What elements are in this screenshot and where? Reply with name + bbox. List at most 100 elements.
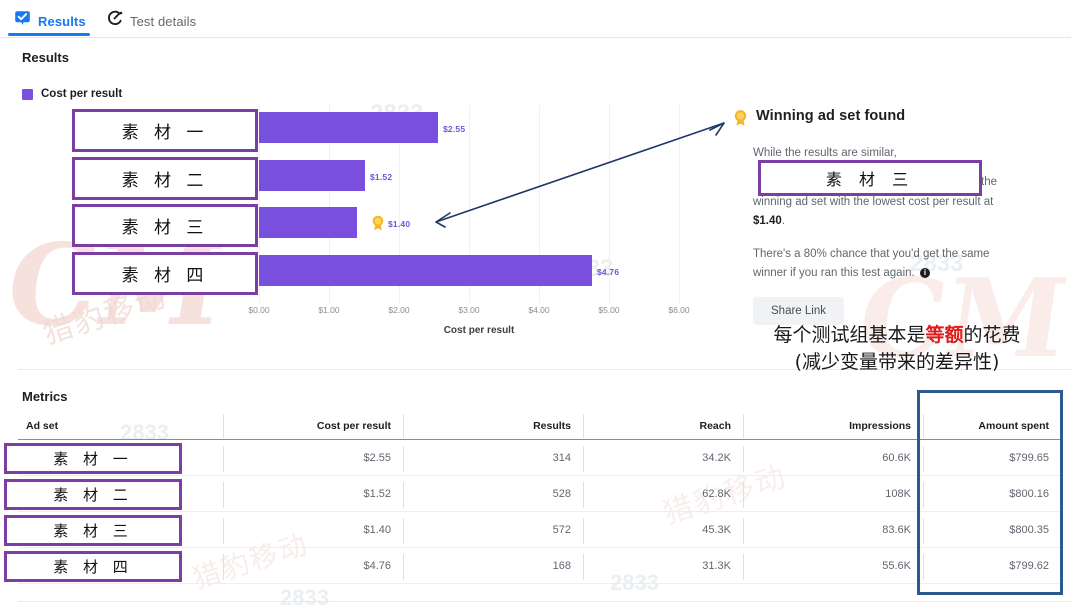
cell-results: 314 [552,452,571,464]
cell-cost-per-result: $1.52 [363,488,391,500]
x-axis-title: Cost per result [443,325,515,336]
bar-adset-1[interactable] [259,112,438,143]
screenshot-root: CM 猎豹移动 CM 猎豹移动 猎豹移动 2833 2833 2833 2833… [0,0,1071,613]
chart-adset-box-3: 素 材 三 [72,204,258,247]
row-separator [583,482,584,508]
tab-bar: Results Test details [0,0,1071,38]
x-tick-3: $3.00 [458,305,480,315]
chart-adset-label-1: 素 材 一 [121,123,209,143]
column-header-amount-spent[interactable]: Amount spent [923,420,1063,432]
legend-label: Cost per result [41,88,123,100]
cell-cost-per-result: $4.76 [363,560,391,572]
chart-adset-box-2: 素 材 二 [72,157,258,200]
x-tick-4: $4.00 [528,305,550,315]
bar-value-2: $1.52 [370,172,393,182]
tab-results-label: Results [38,13,86,29]
table-adset-box-4: 素 材 四 [4,551,182,582]
cell-amount-spent: $799.62 [1009,560,1049,572]
tab-test-details[interactable]: Test details [106,6,196,36]
winner-adset-box: 素 材 三 [758,160,982,196]
cell-results: 168 [552,560,571,572]
header-separator [403,414,404,438]
header-separator [923,414,924,438]
check-badge-icon [14,10,31,32]
table-adset-label-2: 素 材 二 [53,486,133,504]
table-adset-label-1: 素 材 一 [53,450,133,468]
column-header-reach[interactable]: Reach [583,420,743,432]
bar-adset-2[interactable] [259,160,365,191]
bar-adset-3[interactable] [259,207,357,238]
tab-active-indicator [8,33,90,36]
annotation-line-1-b: 的花费 [963,324,1021,346]
row-separator [403,554,404,580]
cell-impressions: 55.6K [882,560,911,572]
row-separator [223,482,224,508]
annotation-line-1: 每个测试组基本是等额的花费 [723,322,1071,349]
tab-results[interactable]: Results [14,6,86,36]
x-tick-5: $5.00 [598,305,620,315]
cell-reach: 34.2K [702,452,731,464]
winner-title: Winning ad set found [756,108,906,124]
tab-test-details-label: Test details [130,13,197,29]
cell-reach: 45.3K [702,524,731,536]
x-tick-1: $1.00 [318,305,340,315]
row-separator [743,518,744,544]
chinese-annotation: 每个测试组基本是等额的花费 (减少变量带来的差异性) [723,322,1071,376]
results-section-title: Results [22,50,69,65]
header-separator [583,414,584,438]
winner-period: . [781,215,785,227]
chart-adset-label-4: 素 材 四 [121,266,209,286]
cell-results: 572 [552,524,571,536]
cell-results: 528 [552,488,571,500]
row-separator [743,482,744,508]
cell-cost-per-result: $2.55 [363,452,391,464]
winner-line-3: There's a 80% chance that you'd get the … [753,248,990,260]
cell-amount-spent: $799.65 [1009,452,1049,464]
cell-impressions: 83.6K [882,524,911,536]
winner-line-4: winner if you ran this test again. [753,267,915,279]
cell-amount-spent: $800.16 [1009,488,1049,500]
row-separator [403,446,404,472]
table-adset-label-4: 素 材 四 [53,558,133,576]
cell-reach: 62.8K [702,488,731,500]
row-separator [403,482,404,508]
column-header-cost-per-result[interactable]: Cost per result [223,420,403,432]
row-separator [923,482,924,508]
info-icon[interactable]: i [919,268,930,278]
legend-swatch-icon [22,88,33,100]
x-tick-0: $0.00 [248,305,270,315]
table-adset-box-3: 素 材 三 [4,515,182,546]
double-headed-arrow-icon [435,122,725,228]
cell-impressions: 60.6K [882,452,911,464]
cell-cost-per-result: $1.40 [363,524,391,536]
column-header-ad-set[interactable]: Ad set [18,420,223,432]
chart-adset-box-1: 素 材 一 [72,109,258,152]
row-separator [923,446,924,472]
column-header-impressions[interactable]: Impressions [743,420,923,432]
annotation-line-1-a: 每个测试组基本是 [773,324,926,346]
row-separator [583,554,584,580]
bar-adset-4[interactable] [259,255,592,286]
row-separator [403,518,404,544]
winning-ad-set-panel: Winning ad set found While the results a… [733,108,1063,325]
row-separator [583,518,584,544]
award-ribbon-icon [371,215,385,231]
chart-adset-label-3: 素 材 三 [121,218,209,238]
annotation-line-2: (减少变量带来的差异性) [794,351,1000,373]
row-separator [743,554,744,580]
row-separator [583,446,584,472]
table-adset-box-2: 素 材 二 [4,479,182,510]
cell-amount-spent: $800.35 [1009,524,1049,536]
cell-impressions: 108K [885,488,911,500]
watermark-code-5: 2833 [280,585,329,610]
bar-value-4: $4.76 [597,267,620,277]
column-header-results[interactable]: Results [403,420,583,432]
winner-after-box-text: the [981,176,997,188]
chart-adset-box-4: 素 材 四 [72,252,258,295]
share-link-button[interactable]: Share Link [753,297,844,325]
gauge-icon [106,10,123,32]
row-separator [223,554,224,580]
winner-header: Winning ad set found [733,108,1063,132]
x-tick-6: $6.00 [668,305,690,315]
winner-line-4-wrap: winner if you ran this test again. i [753,264,1053,283]
